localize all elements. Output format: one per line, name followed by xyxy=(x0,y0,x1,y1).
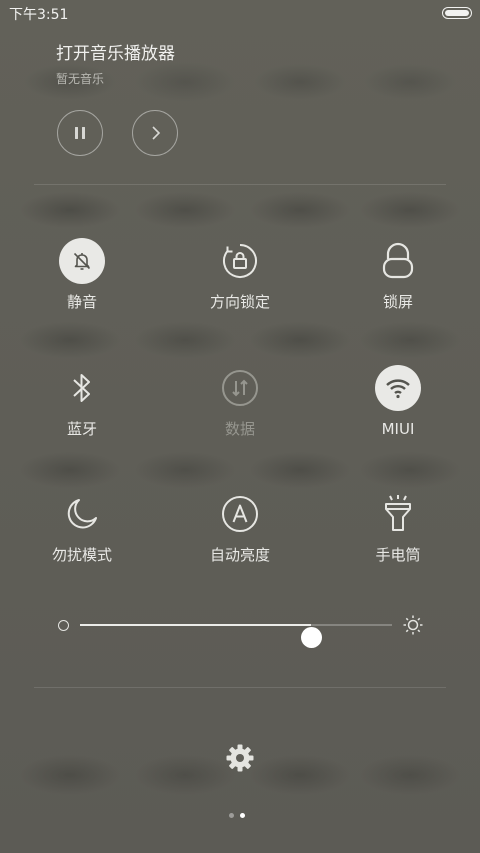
mobile-data-icon xyxy=(222,370,258,406)
next-button[interactable] xyxy=(132,110,178,156)
status-bar: 下午3:51 xyxy=(0,0,480,26)
toggle-do-not-disturb[interactable]: 勿扰模式 xyxy=(12,491,152,581)
toggle-mute-label: 静音 xyxy=(66,293,97,311)
brightness-track[interactable] xyxy=(80,624,392,648)
toggle-bluetooth-circle[interactable] xyxy=(59,365,105,411)
music-title[interactable]: 打开音乐播放器 xyxy=(56,42,175,66)
moon-icon xyxy=(67,499,97,529)
bell-off-icon xyxy=(73,252,91,270)
toggle-rotation-lock[interactable]: 方向锁定 xyxy=(170,238,310,328)
toggle-mobile-data-label: 数据 xyxy=(224,420,255,438)
toggle-mute[interactable]: 静音 xyxy=(12,238,152,328)
divider-bottom xyxy=(34,687,446,688)
pause-button[interactable] xyxy=(57,110,103,156)
toggle-lock-screen-circle[interactable] xyxy=(375,238,421,284)
status-time: 下午3:51 xyxy=(9,7,69,23)
toggle-flashlight-circle[interactable] xyxy=(375,491,421,537)
toggle-lock-screen[interactable]: 锁屏 xyxy=(328,238,468,328)
toggle-flashlight[interactable]: 手电筒 xyxy=(328,491,468,581)
toggle-mute-circle[interactable] xyxy=(59,238,105,284)
wifi-icon xyxy=(386,379,410,399)
page-dot-1 xyxy=(229,813,234,818)
rotation-lock-icon xyxy=(223,244,257,278)
chevron-right-icon xyxy=(152,126,161,140)
bluetooth-icon xyxy=(73,374,90,402)
divider-top xyxy=(34,184,446,185)
toggle-bluetooth[interactable]: 蓝牙 xyxy=(12,365,152,455)
settings-button[interactable] xyxy=(220,738,260,778)
toggle-do-not-disturb-label: 勿扰模式 xyxy=(51,546,112,564)
toggle-lock-screen-label: 锁屏 xyxy=(382,293,413,311)
toggle-flashlight-label: 手电筒 xyxy=(375,546,421,564)
lock-icon xyxy=(382,242,414,279)
brightness-thumb[interactable] xyxy=(300,627,322,648)
music-widget[interactable]: 打开音乐播放器 暂无音乐 xyxy=(56,42,175,87)
flashlight-icon xyxy=(385,495,411,531)
toggle-wifi[interactable]: MIUI xyxy=(328,365,468,455)
page-indicator xyxy=(229,813,245,818)
toggle-bluetooth-label: 蓝牙 xyxy=(66,420,97,438)
page-dot-2 xyxy=(240,813,245,818)
toggle-auto-brightness[interactable]: 自动亮度 xyxy=(170,491,310,581)
brightness-low-icon xyxy=(58,620,69,631)
brightness-high-icon xyxy=(403,615,423,635)
battery-icon xyxy=(442,7,472,19)
pause-icon xyxy=(75,127,85,139)
music-subtitle: 暂无音乐 xyxy=(56,72,105,86)
toggle-auto-brightness-label: 自动亮度 xyxy=(209,546,270,564)
toggle-wifi-label: MIUI xyxy=(381,420,415,438)
toggle-mobile-data[interactable]: 数据 xyxy=(170,365,310,455)
toggle-rotation-lock-circle[interactable] xyxy=(217,238,263,284)
auto-brightness-icon xyxy=(222,496,258,532)
toggle-mobile-data-circle[interactable] xyxy=(217,365,263,411)
toggle-auto-brightness-circle[interactable] xyxy=(217,491,263,537)
brightness-slider[interactable] xyxy=(56,612,426,648)
toggle-do-not-disturb-circle[interactable] xyxy=(59,491,105,537)
toggle-rotation-lock-label: 方向锁定 xyxy=(209,293,270,311)
gear-icon xyxy=(226,744,254,772)
battery-level xyxy=(445,10,469,16)
toggle-wifi-circle[interactable] xyxy=(375,365,421,411)
brightness-fill xyxy=(80,624,311,626)
